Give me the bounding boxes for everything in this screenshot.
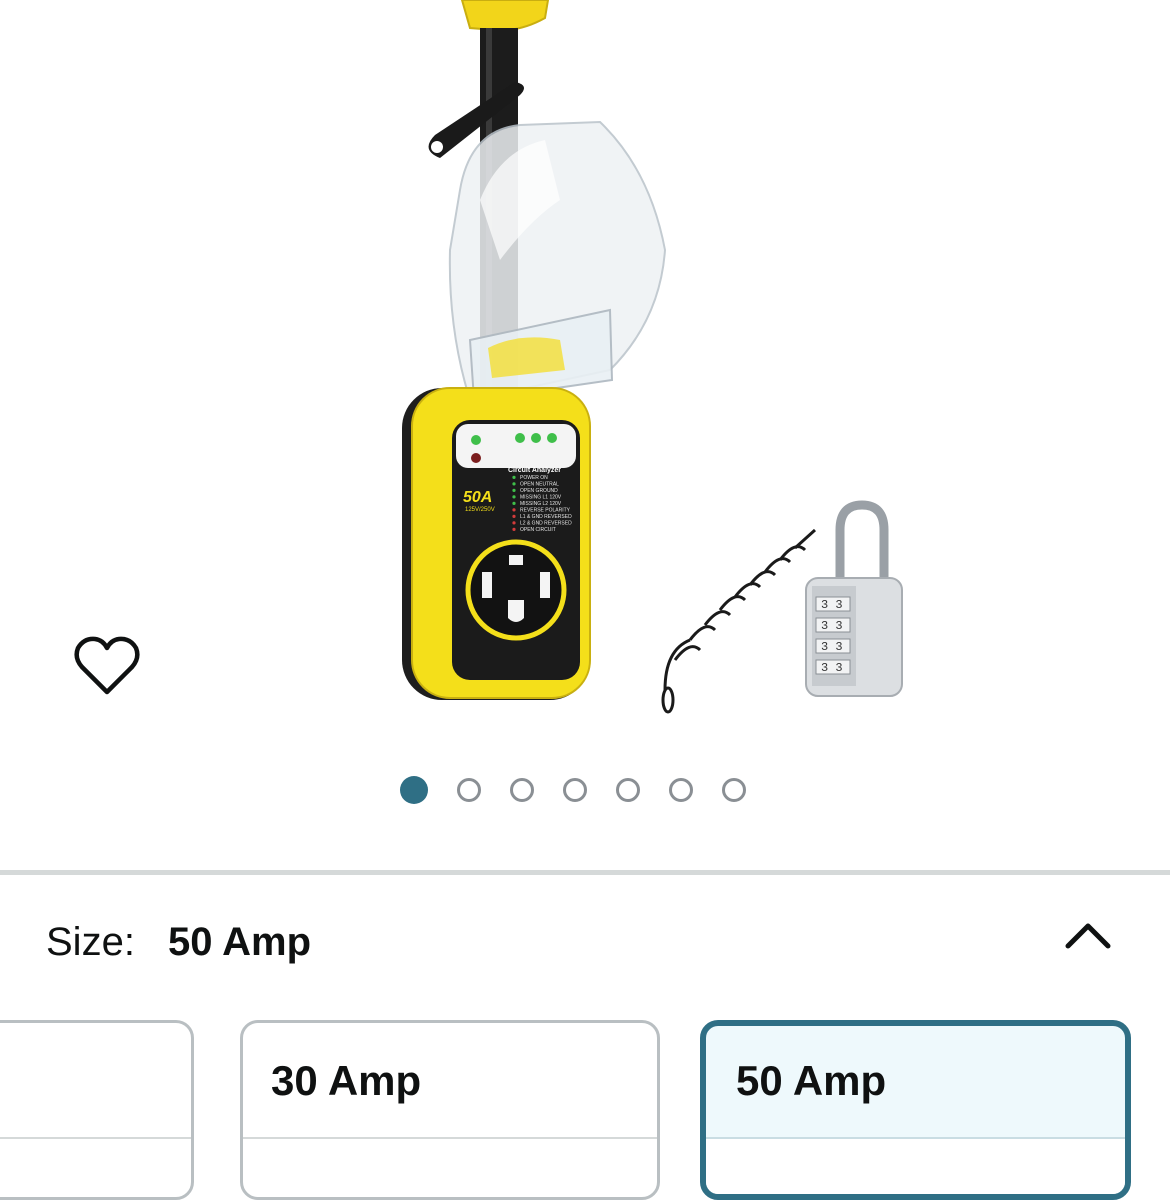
lcd-indicator-dot	[512, 501, 516, 505]
lcd-voltage-label: 125V/250V	[465, 507, 495, 513]
pagination-dot[interactable]	[563, 778, 587, 802]
product-image[interactable]: Circuit Analyzer 50A 125V/250V POWER ONO…	[260, 0, 940, 720]
size-option-50-amp[interactable]: 50 Amp	[700, 1020, 1131, 1200]
pagination-dot[interactable]	[669, 778, 693, 802]
option-divider	[706, 1137, 1125, 1139]
lock-dial-digit: 3 3	[821, 661, 843, 675]
product-image-gallery[interactable]: Circuit Analyzer 50A 125V/250V POWER ON O…	[0, 0, 1170, 870]
pagination-dot[interactable]	[616, 778, 640, 802]
size-option-partial[interactable]	[0, 1020, 194, 1200]
lcd-status-line: REVERSE POLARITY	[520, 508, 571, 514]
pagination-dot[interactable]	[722, 778, 746, 802]
lcd-status-line: OPEN NEUTRAL	[520, 482, 559, 488]
option-lower-area	[706, 1139, 1125, 1194]
lcd-status-line: L1 & GND REVERSED	[520, 514, 572, 520]
pagination-dot[interactable]	[510, 778, 534, 802]
lcd-status-line: MISSING L1 120V	[520, 495, 562, 501]
lcd-indicator-dot	[512, 514, 516, 519]
size-selected-value: 50 Amp	[168, 920, 312, 964]
lock-dial-digit: 3 3	[821, 598, 843, 612]
lcd-indicator-dot	[512, 482, 516, 486]
size-option-30-amp[interactable]: 30 Amp	[240, 1020, 660, 1200]
size-option-label: 50 Amp	[736, 1057, 887, 1104]
lcd-status-line: POWER ON	[520, 475, 548, 481]
lcd-indicator-dot	[512, 508, 516, 512]
size-selector-header[interactable]: Size: 50 Amp	[46, 916, 1126, 976]
lcd-status-line: OPEN CIRCUIT	[520, 527, 556, 533]
lcd-indicator-dot	[512, 475, 516, 479]
lcd-panel-title: Circuit Analyzer	[508, 467, 561, 474]
pagination-dot[interactable]	[457, 778, 481, 802]
lcd-indicator-dot	[512, 495, 516, 499]
lcd-status-line: L2 & GND REVERSED	[520, 521, 572, 527]
lcd-status-line: MISSING L2 120V	[520, 501, 562, 507]
heart-icon[interactable]	[70, 630, 144, 704]
pagination-dot[interactable]	[400, 776, 428, 804]
lcd-status-line: OPEN GROUND	[520, 488, 558, 494]
size-option-label: 30 Amp	[271, 1057, 422, 1104]
lock-dial-digit: 3 3	[821, 619, 843, 633]
option-divider	[243, 1137, 657, 1139]
lcd-indicator-dot	[512, 488, 516, 492]
image-pagination	[400, 776, 746, 804]
size-label: Size:	[46, 920, 135, 964]
chevron-up-icon[interactable]	[1058, 916, 1118, 956]
lcd-amp-label: 50A	[463, 489, 492, 506]
lcd-indicator-dot	[512, 521, 516, 525]
lcd-indicator-dot	[512, 527, 516, 532]
option-divider	[0, 1137, 191, 1139]
lock-dial-digit: 3 3	[821, 640, 843, 654]
section-divider	[0, 870, 1170, 875]
